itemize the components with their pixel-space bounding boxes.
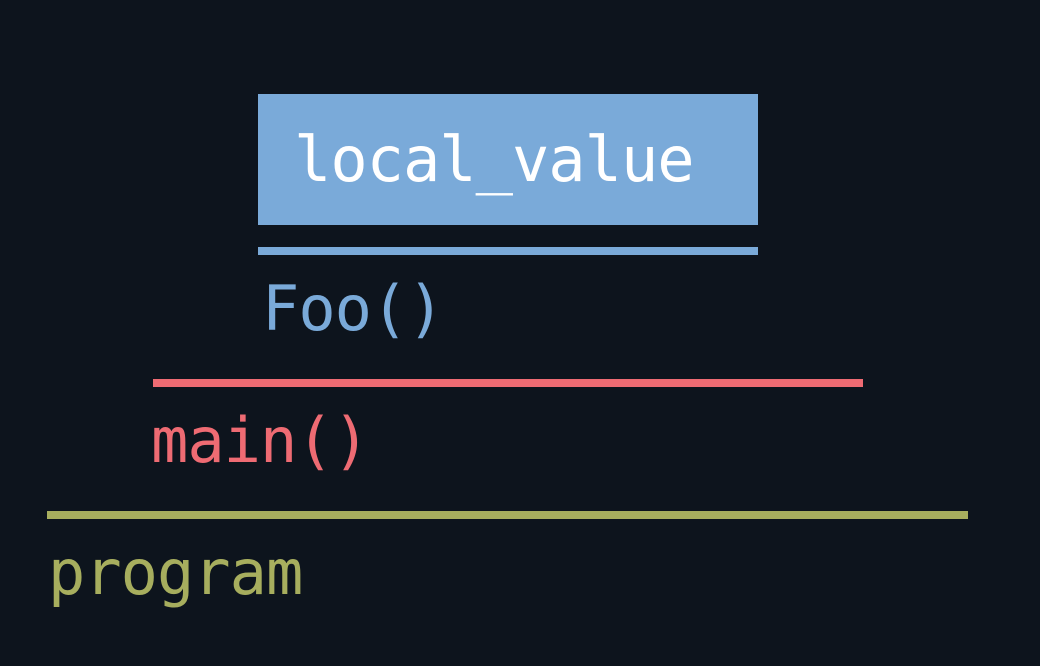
program-frame-label: program bbox=[48, 536, 303, 609]
local-value-label: local_value bbox=[294, 122, 695, 196]
local-value-box: local_value bbox=[258, 94, 758, 225]
foo-frame-rule bbox=[258, 247, 758, 255]
main-frame-label: main() bbox=[151, 404, 370, 477]
program-frame-rule bbox=[47, 511, 968, 519]
foo-frame-label: Foo() bbox=[262, 272, 445, 345]
main-frame-rule bbox=[153, 379, 863, 387]
